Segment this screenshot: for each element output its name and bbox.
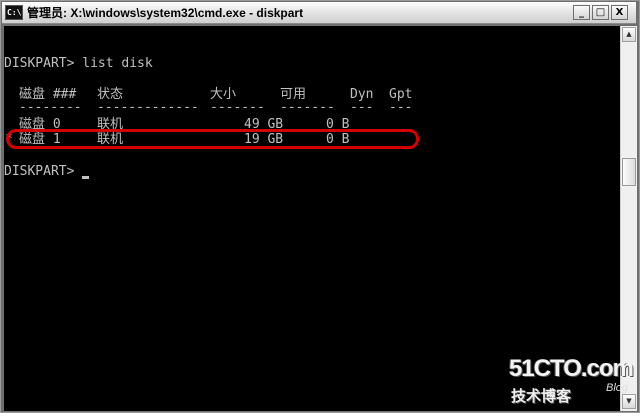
separator-status: ------------- — [97, 100, 199, 115]
window-title: 管理员: X:\windows\system32\cmd.exe - diskp… — [27, 6, 304, 20]
title-bar[interactable]: C:\ 管理员: X:\windows\system32\cmd.exe - d… — [2, 2, 636, 24]
console-output[interactable]: DISKPART> list disk 磁盘 ### 状态 大小 可用 Dyn … — [4, 26, 620, 411]
separator-dyn: --- — [350, 100, 374, 115]
separator-gpt: --- — [389, 100, 413, 115]
watermark: 51CTO.com 技术博客 Blog — [509, 355, 639, 410]
separator-free: ------- — [280, 100, 335, 115]
separator-disk: -------- — [19, 100, 82, 115]
command-line: DISKPART> list disk — [4, 56, 153, 71]
close-button[interactable]: X — [611, 5, 628, 20]
minimize-button[interactable]: _ — [573, 5, 590, 20]
vertical-scrollbar[interactable]: ▲ ▼ — [620, 26, 637, 411]
watermark-blog: Blog — [606, 382, 629, 394]
table-separator-row: -------- ------------- ------- ------- -… — [4, 100, 620, 115]
prompt-line: DISKPART> — [4, 164, 83, 179]
text-cursor — [82, 176, 89, 179]
cmd-app-icon[interactable]: C:\ — [5, 5, 23, 20]
separator-size: ------- — [210, 100, 265, 115]
scroll-up-arrow-icon[interactable]: ▲ — [622, 27, 636, 42]
watermark-subtitle: 技术博客 — [511, 387, 572, 405]
watermark-logo: 51CTO.com — [509, 355, 634, 382]
maximize-button[interactable]: □ — [592, 5, 609, 20]
scrollbar-thumb[interactable] — [622, 158, 636, 186]
selected-disk-highlight — [6, 129, 419, 149]
